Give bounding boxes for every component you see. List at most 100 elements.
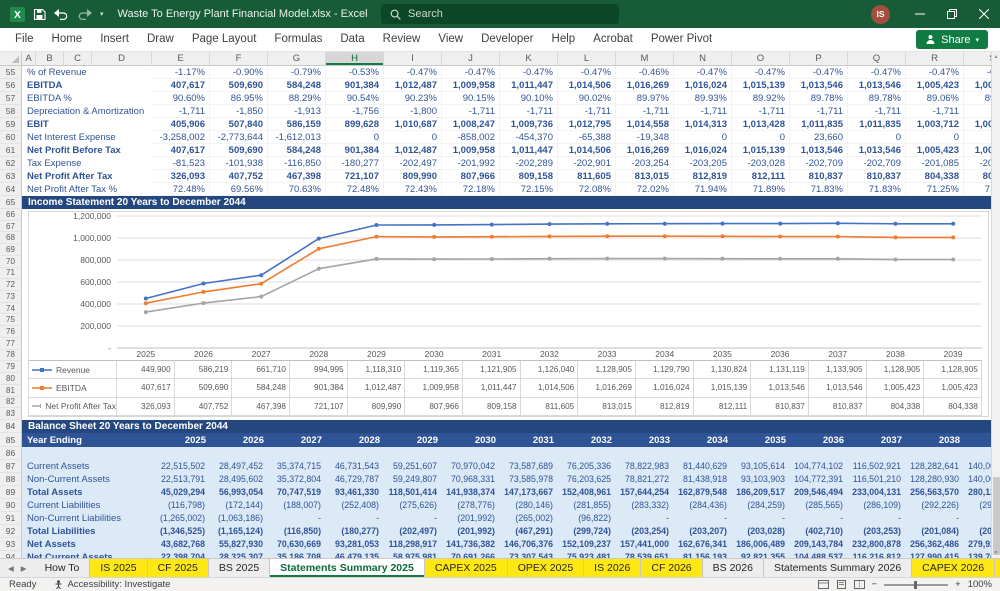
cell[interactable]: 72.08% [558, 183, 616, 196]
cell[interactable]: - [326, 512, 384, 525]
cell[interactable]: 407,752 [210, 170, 268, 183]
ribbon-tab-developer[interactable]: Developer [472, 28, 542, 51]
scrollbar-thumb[interactable] [993, 477, 1000, 555]
cell-label[interactable]: EBITDA % [22, 92, 152, 105]
row-header-78[interactable]: 78 [0, 350, 22, 362]
year-header[interactable]: 2025 [152, 433, 210, 447]
row-header-75[interactable]: 75 [0, 314, 22, 326]
cell[interactable]: 233,004,131 [848, 486, 906, 499]
vertical-scrollbar[interactable]: ▲ ▼ [991, 52, 1000, 558]
sheet-tab-statements-summary-2025[interactable]: Statements Summary 2025 [270, 559, 425, 577]
cell[interactable]: 1,015,139 [732, 144, 790, 157]
row-header-58[interactable]: 58 [0, 105, 22, 118]
row-header-61[interactable]: 61 [0, 144, 22, 157]
cell[interactable]: 1,016,024 [674, 144, 732, 157]
cell[interactable]: 162,676,341 [674, 538, 732, 551]
cell[interactable]: 147,173,667 [500, 486, 558, 499]
row-header-88[interactable]: 88 [0, 473, 22, 486]
cell[interactable]: 810,837 [790, 170, 848, 183]
ribbon-tab-file[interactable]: File [6, 28, 43, 51]
cell[interactable]: 75,923,481 [558, 551, 616, 558]
row-header-93[interactable]: 93 [0, 538, 22, 551]
cell[interactable]: 71.25% [906, 183, 964, 196]
cell[interactable]: 90.02% [558, 92, 616, 105]
sheet-tab-capex-2025[interactable]: CAPEX 2025 [425, 559, 508, 577]
sheet-tab-how-to[interactable]: How To [35, 559, 91, 577]
save-button[interactable] [33, 8, 46, 21]
cell[interactable]: 1,014,313 [674, 118, 732, 131]
cell[interactable]: 90.10% [500, 92, 558, 105]
cell[interactable]: 1,012,487 [384, 79, 442, 92]
page-break-view-icon[interactable] [854, 580, 865, 589]
cell[interactable]: 89.92% [732, 92, 790, 105]
row-header-85[interactable]: 85 [0, 433, 22, 447]
cell[interactable]: (1,063,186) [210, 512, 268, 525]
cell[interactable]: -1,711 [442, 105, 500, 118]
cell[interactable]: 70,970,042 [442, 460, 500, 473]
redo-button[interactable] [77, 8, 92, 20]
undo-button[interactable] [54, 8, 69, 20]
cell[interactable]: 186,209,517 [732, 486, 790, 499]
cell[interactable]: 0 [674, 131, 732, 144]
ribbon-tab-help[interactable]: Help [543, 28, 585, 51]
cell-label[interactable] [22, 447, 152, 460]
cell[interactable]: 104,774,102 [790, 460, 848, 473]
cell[interactable]: -0.46% [616, 66, 674, 79]
row-header-74[interactable]: 74 [0, 303, 22, 315]
cell[interactable]: -201,992 [442, 157, 500, 170]
cell[interactable]: -1,711 [500, 105, 558, 118]
cell[interactable]: 807,966 [442, 170, 500, 183]
row-header-81[interactable]: 81 [0, 385, 22, 397]
cell[interactable]: 118,298,917 [384, 538, 442, 551]
cell[interactable]: (1,346,525) [152, 525, 210, 538]
cell[interactable]: 127,990,415 [906, 551, 964, 558]
cell[interactable]: -19,348 [616, 131, 674, 144]
cell[interactable]: 1,012,487 [384, 144, 442, 157]
cell[interactable]: (284,259) [732, 499, 790, 512]
cell[interactable]: 1,011,447 [500, 79, 558, 92]
row-header-87[interactable]: 87 [0, 460, 22, 473]
cell[interactable]: 71.83% [790, 183, 848, 196]
cell[interactable]: 810,837 [848, 170, 906, 183]
cell-label[interactable]: Depreciation & Amortization [22, 105, 152, 118]
cell[interactable]: -0.47% [674, 66, 732, 79]
sheet-tab-bs-2025[interactable]: BS 2025 [209, 559, 270, 577]
cell[interactable]: 152,408,961 [558, 486, 616, 499]
sheet-tab-cf-2026[interactable]: CF 2026 [641, 559, 702, 577]
cell[interactable]: -0.53% [326, 66, 384, 79]
cell[interactable]: 128,280,930 [906, 473, 964, 486]
year-header[interactable]: 2029 [384, 433, 442, 447]
cell[interactable] [500, 447, 558, 460]
cell[interactable]: -116,850 [268, 157, 326, 170]
cell[interactable]: 90.60% [152, 92, 210, 105]
ribbon-tab-draw[interactable]: Draw [138, 28, 183, 51]
cell[interactable]: 86.95% [210, 92, 268, 105]
cell[interactable]: 72.43% [384, 183, 442, 196]
share-button[interactable]: Share ▾ [916, 30, 988, 49]
cell[interactable]: 89.78% [790, 92, 848, 105]
cell[interactable]: (201,992) [442, 525, 500, 538]
row-header-72[interactable]: 72 [0, 279, 22, 291]
cell[interactable]: 809,158 [500, 170, 558, 183]
cell-label[interactable]: Net Profit Before Tax [22, 144, 152, 157]
cell[interactable]: 1,013,546 [790, 79, 848, 92]
cell[interactable]: 59,251,607 [384, 460, 442, 473]
cell[interactable]: 70,747,519 [268, 486, 326, 499]
cell[interactable]: -0.79% [268, 66, 326, 79]
ribbon-tab-data[interactable]: Data [331, 28, 373, 51]
cell[interactable]: 813,015 [616, 170, 674, 183]
close-button[interactable] [968, 0, 1000, 28]
row-header-59[interactable]: 59 [0, 118, 22, 131]
row-header-84[interactable]: 84 [0, 420, 22, 433]
scroll-down-icon[interactable]: ▼ [992, 548, 1000, 558]
cell[interactable]: 104,488,537 [790, 551, 848, 558]
row-header-73[interactable]: 73 [0, 291, 22, 303]
zoom-level[interactable]: 100% [968, 579, 992, 590]
cell[interactable]: 1,003,712 [906, 118, 964, 131]
cell[interactable]: 209,143,784 [790, 538, 848, 551]
cell[interactable]: -203,205 [674, 157, 732, 170]
search-input[interactable]: Search [381, 4, 619, 24]
cell[interactable]: -101,938 [210, 157, 268, 170]
year-header[interactable]: 2027 [268, 433, 326, 447]
cell[interactable]: 405,906 [152, 118, 210, 131]
